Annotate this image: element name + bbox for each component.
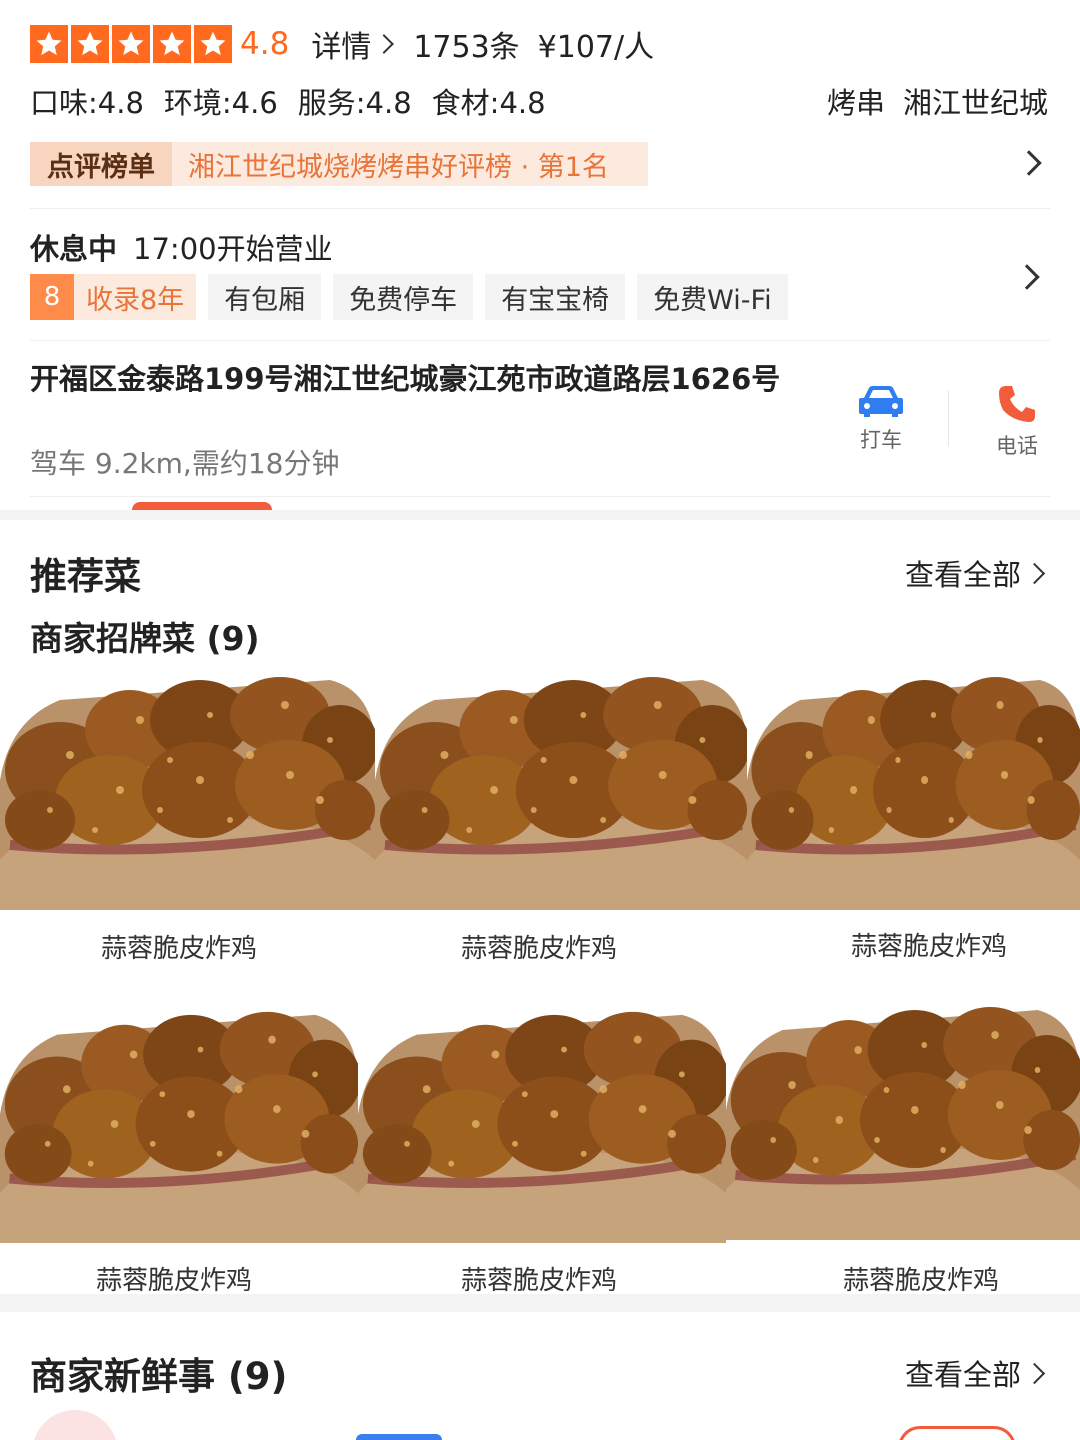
- recommend-title: 推荐菜: [30, 555, 141, 598]
- rating-score: 4.8: [240, 26, 290, 62]
- dish-photo[interactable]: [0, 660, 375, 910]
- dish-image: [358, 995, 726, 1243]
- dish-name[interactable]: 蒜蓉脆皮炸鸡: [748, 926, 1080, 963]
- star-icon: [30, 25, 68, 63]
- star-icon: [112, 25, 150, 63]
- signature-dishes-title: 商家招牌菜 (9): [30, 619, 260, 658]
- review-count[interactable]: 1753条: [413, 22, 519, 66]
- dish-photo[interactable]: [726, 990, 1080, 1240]
- dish-name[interactable]: 蒜蓉脆皮炸鸡: [0, 1260, 348, 1297]
- listed-years-tag: 8 收录8年: [30, 274, 197, 320]
- dish-image: [726, 990, 1080, 1240]
- chevron-right-icon: [374, 34, 395, 54]
- car-icon: [859, 386, 903, 417]
- action-separator: [948, 390, 949, 446]
- dish-photo[interactable]: [0, 995, 358, 1243]
- dish-name[interactable]: 蒜蓉脆皮炸鸡: [740, 1260, 1080, 1297]
- news-view-all[interactable]: 查看全部: [904, 1352, 1046, 1394]
- drive-distance: 驾车 9.2km,需约18分钟: [30, 447, 340, 480]
- taxi-label: 打车: [860, 428, 902, 452]
- amenity-private-room: 有包厢: [208, 274, 322, 320]
- recommend-view-all[interactable]: 查看全部: [904, 552, 1046, 594]
- dish-image: [0, 995, 358, 1243]
- dish-photo[interactable]: [358, 995, 726, 1243]
- view-all-label: 查看全部: [904, 1358, 1021, 1392]
- divider: [30, 340, 1050, 341]
- category-tags: 烤串 湘江世纪城: [827, 80, 1048, 122]
- dish-photo[interactable]: [375, 660, 747, 910]
- business-status[interactable]: 休息中 17:00开始营业: [30, 226, 333, 268]
- section-gap: [0, 1294, 1080, 1312]
- news-tag: [356, 1434, 442, 1440]
- area-tag[interactable]: 湘江世纪城: [903, 80, 1048, 122]
- star-rating: [30, 25, 232, 63]
- score-service: 服务:4.8: [297, 86, 412, 120]
- news-follow-button[interactable]: [898, 1426, 1016, 1440]
- rank-text: 湘江世纪城烧烤烤串好评榜 · 第1名: [188, 151, 609, 183]
- years-icon: 8: [30, 274, 74, 320]
- divider: [30, 496, 1050, 497]
- dish-photo[interactable]: [747, 660, 1080, 910]
- score-taste: 口味:4.8: [30, 86, 144, 120]
- call-button[interactable]: 电话: [972, 384, 1062, 460]
- chevron-right-icon: [1016, 150, 1042, 176]
- taxi-button[interactable]: 打车: [836, 384, 926, 454]
- amenity-baby-chair: 有宝宝椅: [485, 274, 626, 320]
- score-environment: 环境:4.6: [163, 86, 278, 120]
- rank-row[interactable]: 点评榜单 湘江世纪城烧烤烤串好评榜 · 第1名: [30, 142, 1050, 186]
- shop-address[interactable]: 开福区金泰路199号湘江世纪城豪江苑市政道路层1626号: [30, 358, 800, 400]
- star-icon: [153, 25, 191, 63]
- amenity-free-parking: 免费停车: [333, 274, 474, 320]
- amenity-tags: 8 收录8年 有包厢 免费停车 有宝宝椅 免费Wi-Fi: [30, 274, 788, 320]
- amenity-free-wifi: 免费Wi-Fi: [637, 274, 788, 320]
- rank-badge: 点评榜单 湘江世纪城烧烤烤串好评榜 · 第1名: [30, 142, 648, 186]
- chevron-right-icon: [1023, 1362, 1046, 1384]
- dish-name[interactable]: 蒜蓉脆皮炸鸡: [358, 1260, 720, 1297]
- score-ingredients: 食材:4.8: [431, 86, 546, 120]
- phone-icon: [999, 386, 1035, 422]
- dish-name[interactable]: 蒜蓉脆皮炸鸡: [0, 928, 358, 965]
- rating-detail-link[interactable]: 详情: [311, 22, 395, 66]
- star-icon: [71, 25, 109, 63]
- divider: [30, 208, 1050, 209]
- call-label: 电话: [996, 434, 1038, 458]
- category-tag[interactable]: 烤串: [827, 80, 885, 122]
- chevron-right-icon[interactable]: [1014, 264, 1040, 290]
- view-all-label: 查看全部: [904, 558, 1021, 592]
- dish-image: [747, 660, 1080, 910]
- status-state: 休息中: [30, 232, 118, 266]
- rating-row: 4.8 详情 1753条 ¥107/人: [30, 22, 654, 66]
- rating-detail-label: 详情: [311, 30, 372, 65]
- star-icon: [194, 25, 232, 63]
- sub-scores: 口味:4.8 环境:4.6 服务:4.8 食材:4.8: [30, 80, 546, 122]
- dish-name[interactable]: 蒜蓉脆皮炸鸡: [358, 928, 720, 965]
- dish-image: [375, 660, 747, 910]
- rank-badge-title: 点评榜单: [30, 142, 172, 186]
- news-avatar[interactable]: [32, 1410, 118, 1440]
- dish-image: [0, 660, 375, 910]
- chevron-right-icon: [1023, 562, 1046, 584]
- listed-years-label: 收录8年: [86, 284, 185, 316]
- price-per-person: ¥107/人: [537, 30, 655, 65]
- status-hours: 17:00开始营业: [133, 232, 333, 266]
- news-title: 商家新鲜事 (9): [30, 1355, 288, 1398]
- section-gap: [0, 510, 1080, 520]
